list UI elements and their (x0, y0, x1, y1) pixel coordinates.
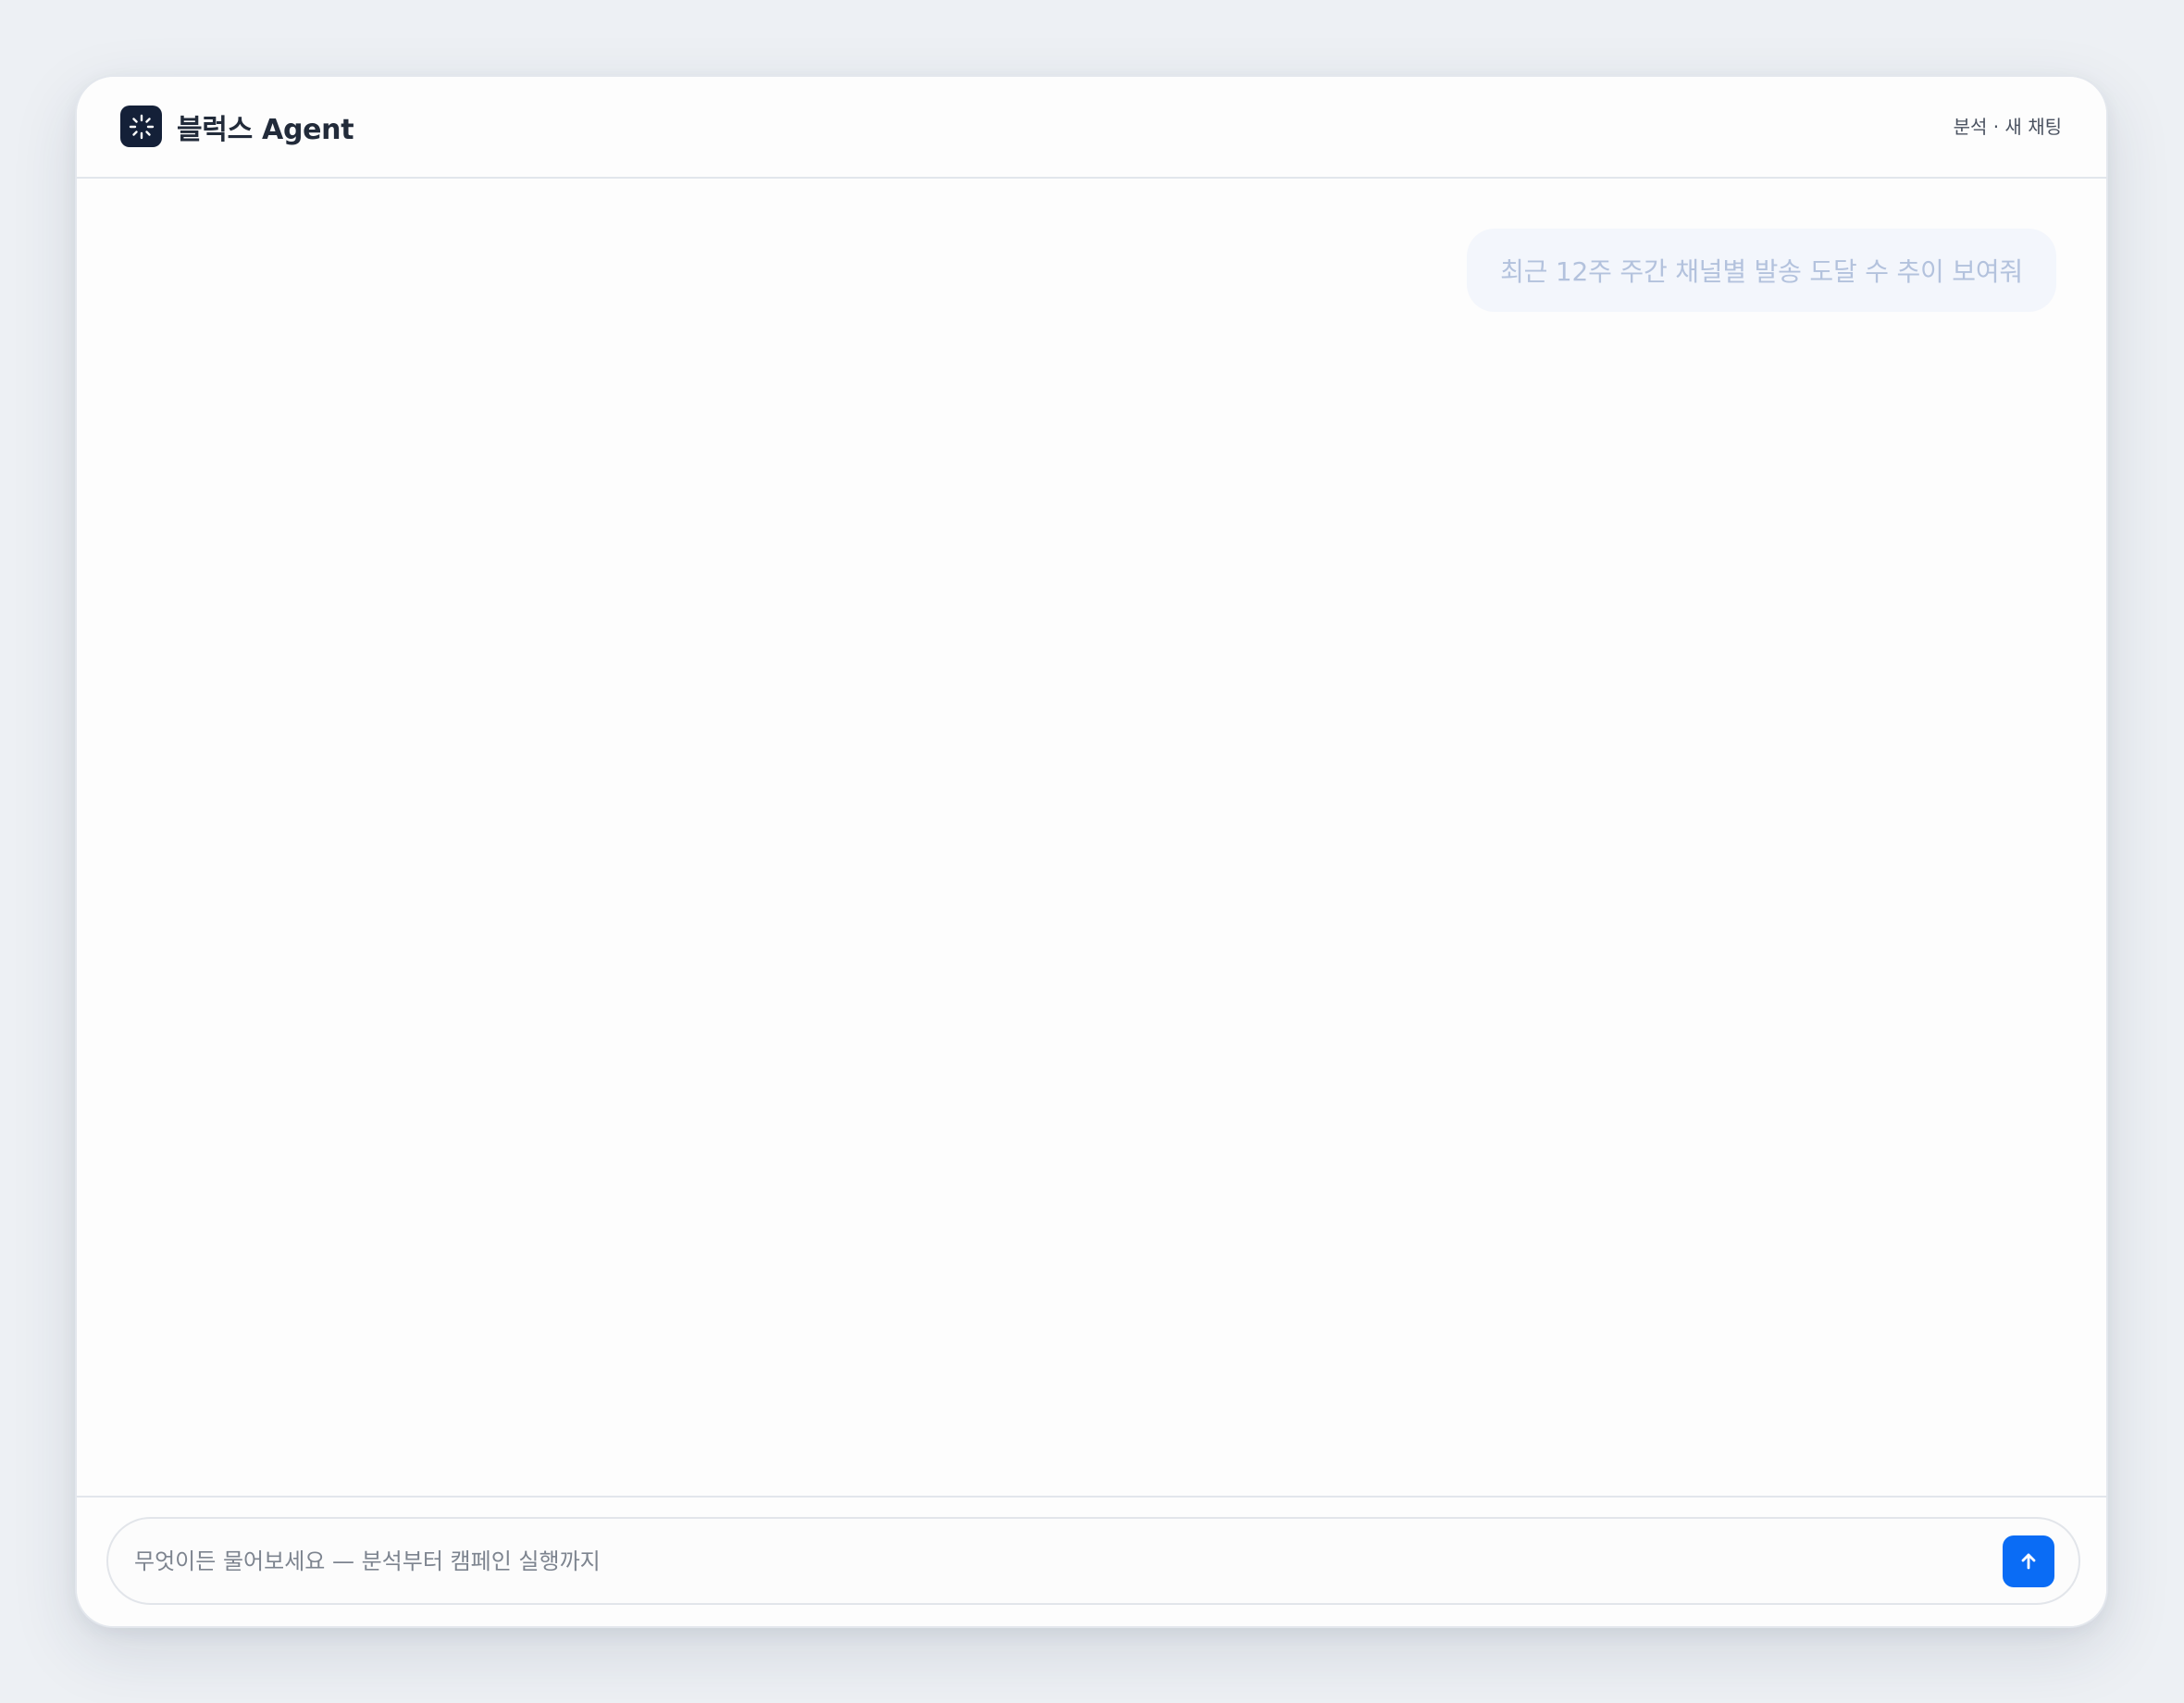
user-message-text: 최근 12주 주간 채널별 발송 도달 수 추이 보여줘 (1500, 256, 2023, 287)
app-name: 블럭스 Agent (177, 113, 354, 146)
app-header: 블럭스 Agent 분석 · 새 채팅 (77, 77, 2106, 179)
app-window: 블럭스 Agent 분석 · 새 채팅 최근 12주 주간 채널별 발송 도달 … (75, 75, 2108, 1628)
send-button[interactable] (2003, 1535, 2054, 1587)
chat-context-label: 분석 · 새 채팅 (1953, 116, 2062, 138)
arrow-up-icon (2021, 1553, 2036, 1570)
composer-area (77, 1496, 2106, 1626)
user-message: 최근 12주 주간 채널별 발송 도달 수 추이 보여줘 (1467, 229, 2056, 312)
composer (106, 1517, 2080, 1605)
sparkle-burst-icon (120, 106, 162, 147)
message-input[interactable] (134, 1519, 1948, 1603)
brand: 블럭스 Agent (120, 106, 354, 147)
chat-thread: 최근 12주 주간 채널별 발송 도달 수 추이 보여줘 (77, 179, 2106, 1496)
